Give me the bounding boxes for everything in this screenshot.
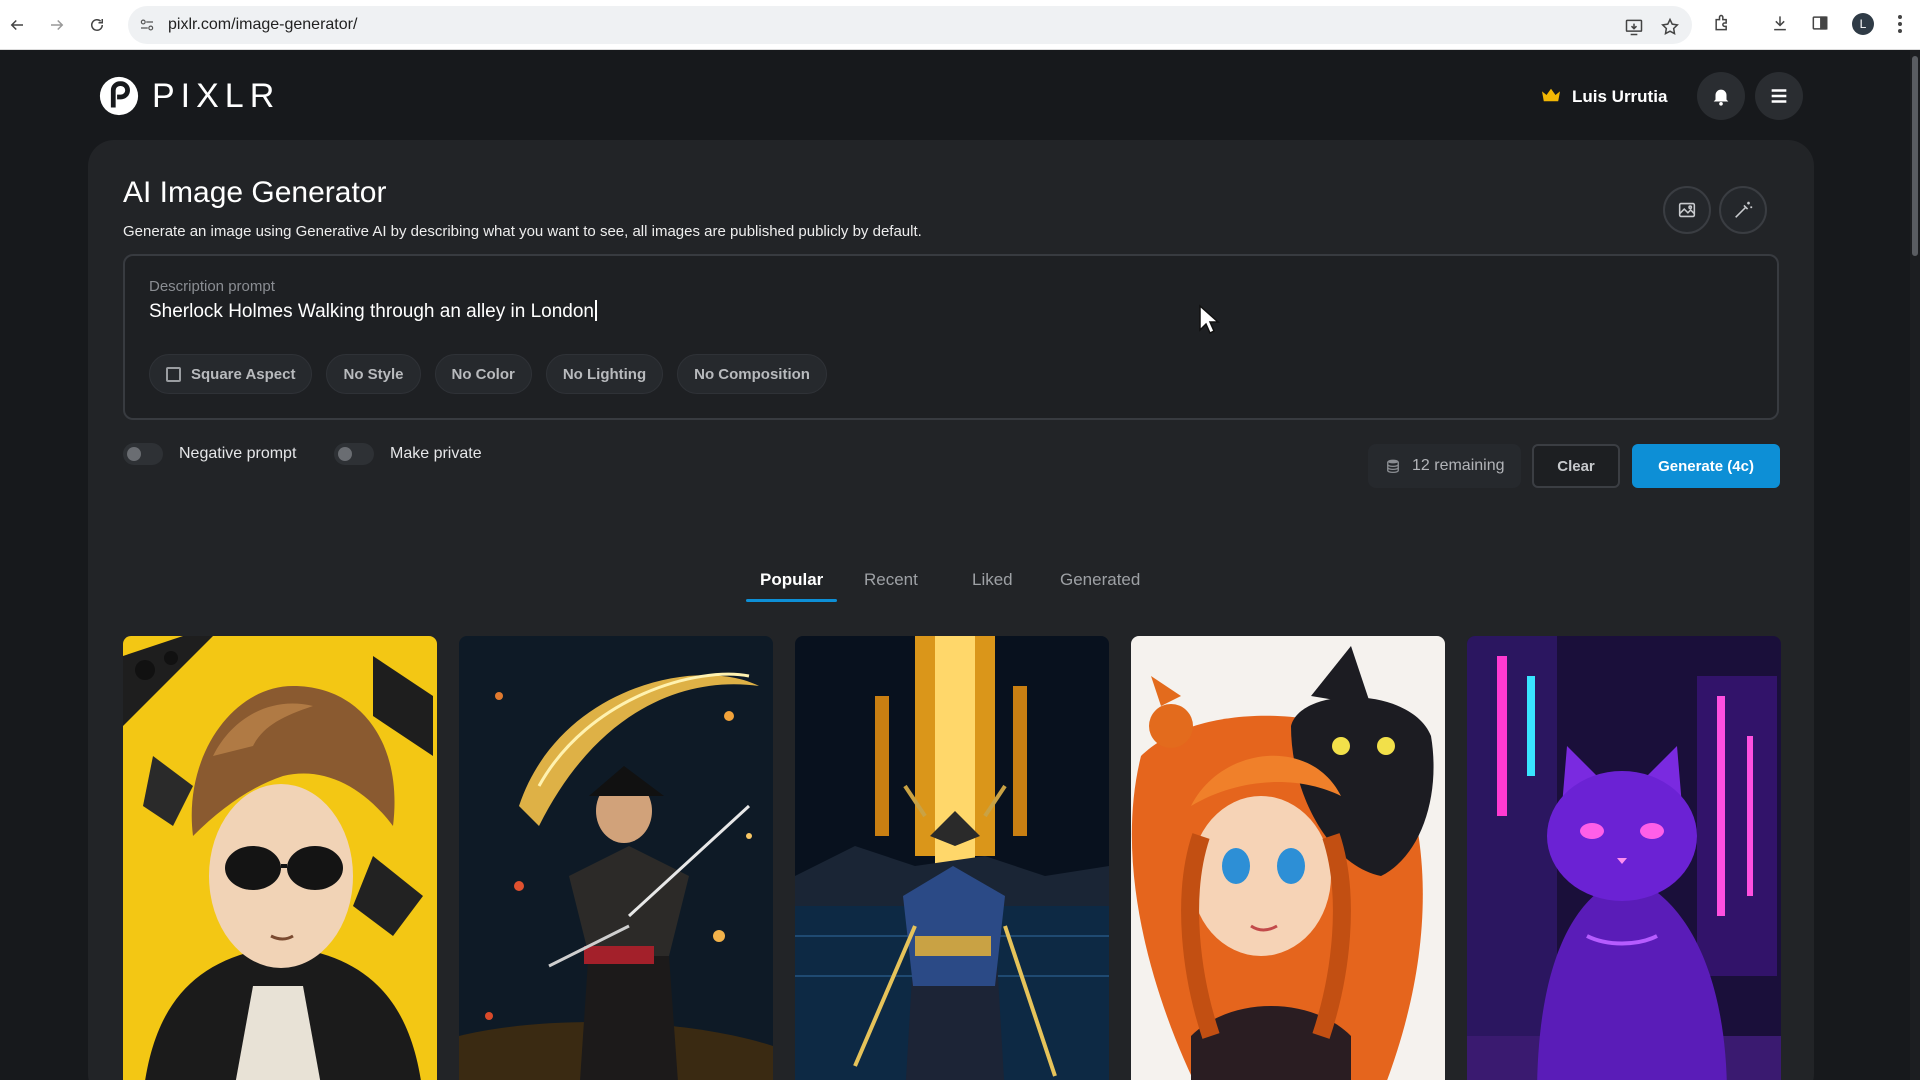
- square-aspect-option[interactable]: Square Aspect: [149, 354, 313, 394]
- gallery-image-2[interactable]: [459, 636, 773, 1080]
- gallery-tabs: Popular Recent Liked Generated: [0, 566, 1920, 606]
- scrollbar-thumb[interactable]: [1912, 56, 1918, 256]
- menu-button[interactable]: [1755, 72, 1803, 120]
- tab-generated[interactable]: Generated: [1046, 566, 1154, 602]
- make-private-toggle[interactable]: [334, 443, 374, 465]
- logo-text: PIXLR: [152, 76, 281, 115]
- gallery-image-4[interactable]: [1131, 636, 1445, 1080]
- url-text[interactable]: pixlr.com/image-generator/: [168, 16, 357, 34]
- make-private-label[interactable]: Make private: [390, 445, 482, 463]
- mouse-cursor-icon: [1199, 304, 1220, 335]
- notifications-button[interactable]: [1697, 72, 1745, 120]
- neon-cat-image: [1467, 636, 1781, 1080]
- tab-recent[interactable]: Recent: [850, 566, 932, 602]
- prompt-input[interactable]: Sherlock Holmes Walking through an alley…: [149, 300, 597, 323]
- option-label: No Color: [451, 365, 515, 383]
- pixlr-logo[interactable]: PIXLR: [98, 74, 280, 118]
- profile-avatar[interactable]: L: [1852, 13, 1874, 35]
- clear-button[interactable]: Clear: [1532, 444, 1620, 488]
- page-subtitle: Generate an image using Generative AI by…: [123, 223, 922, 240]
- magic-enhance-button[interactable]: [1719, 186, 1767, 234]
- browser-toolbar: pixlr.com/image-generator/ L: [0, 0, 1920, 50]
- user-account[interactable]: Luis Urrutia: [1540, 82, 1667, 112]
- coins-stack-icon: [1387, 459, 1399, 474]
- prompt-options: Square Aspect No Style No Color No Light…: [149, 354, 827, 394]
- samurai-golden-light-image: [795, 636, 1109, 1080]
- remaining-count: 12 remaining: [1412, 457, 1505, 474]
- bookmark-star-icon[interactable]: [1660, 17, 1682, 39]
- address-bar[interactable]: pixlr.com/image-generator/: [128, 6, 1692, 44]
- image-reference-button[interactable]: [1663, 186, 1711, 234]
- lighting-option[interactable]: No Lighting: [545, 354, 664, 394]
- user-name[interactable]: Luis Urrutia: [1572, 87, 1667, 107]
- tab-popular[interactable]: Popular: [746, 566, 838, 602]
- forward-icon[interactable]: [44, 12, 70, 38]
- anime-girl-cat-image: [1131, 636, 1445, 1080]
- downloads-icon[interactable]: [1770, 13, 1794, 37]
- samurai-sword-image: [459, 636, 773, 1080]
- color-option[interactable]: No Color: [434, 354, 532, 394]
- back-icon[interactable]: [4, 12, 30, 38]
- page-title: AI Image Generator: [123, 176, 387, 209]
- bell-icon: [1713, 89, 1729, 106]
- install-app-icon[interactable]: [1624, 17, 1646, 39]
- composition-option[interactable]: No Composition: [677, 354, 827, 394]
- option-label: No Composition: [694, 365, 810, 383]
- generate-button[interactable]: Generate (4c): [1632, 444, 1780, 488]
- pixlr-logo-icon: [99, 76, 139, 116]
- tab-liked[interactable]: Liked: [958, 566, 1027, 602]
- negative-prompt-label[interactable]: Negative prompt: [179, 445, 296, 463]
- style-option[interactable]: No Style: [326, 354, 421, 394]
- page-scrollbar[interactable]: [1910, 50, 1920, 1080]
- option-label: No Lighting: [562, 365, 647, 383]
- extensions-icon[interactable]: [1712, 13, 1736, 37]
- make-private-toggle-row: Make private: [334, 442, 482, 466]
- browser-menu-icon[interactable]: [1896, 13, 1904, 35]
- magic-wand-icon: [1735, 201, 1753, 218]
- negative-prompt-toggle[interactable]: [123, 443, 163, 465]
- option-label: Square Aspect: [191, 365, 296, 383]
- image-gallery: [123, 636, 1781, 1080]
- site-settings-icon[interactable]: [138, 16, 156, 34]
- image-icon: [1678, 202, 1696, 218]
- option-label: No Style: [343, 365, 404, 383]
- gallery-image-3[interactable]: [795, 636, 1109, 1080]
- side-panel-icon[interactable]: [1810, 13, 1834, 37]
- gallery-image-1[interactable]: [123, 636, 437, 1080]
- credits-remaining: 12 remaining: [1368, 444, 1521, 488]
- crown-icon: [1540, 86, 1562, 109]
- reload-icon[interactable]: [84, 12, 110, 38]
- hamburger-icon: [1771, 89, 1787, 103]
- gallery-image-5[interactable]: [1467, 636, 1781, 1080]
- anime-boy-image: [123, 636, 437, 1080]
- prompt-label: Description prompt: [149, 278, 275, 295]
- checkbox-icon[interactable]: [166, 366, 181, 382]
- negative-prompt-toggle-row: Negative prompt: [123, 442, 296, 466]
- description-prompt-field[interactable]: Description prompt Sherlock Holmes Walki…: [123, 254, 1779, 420]
